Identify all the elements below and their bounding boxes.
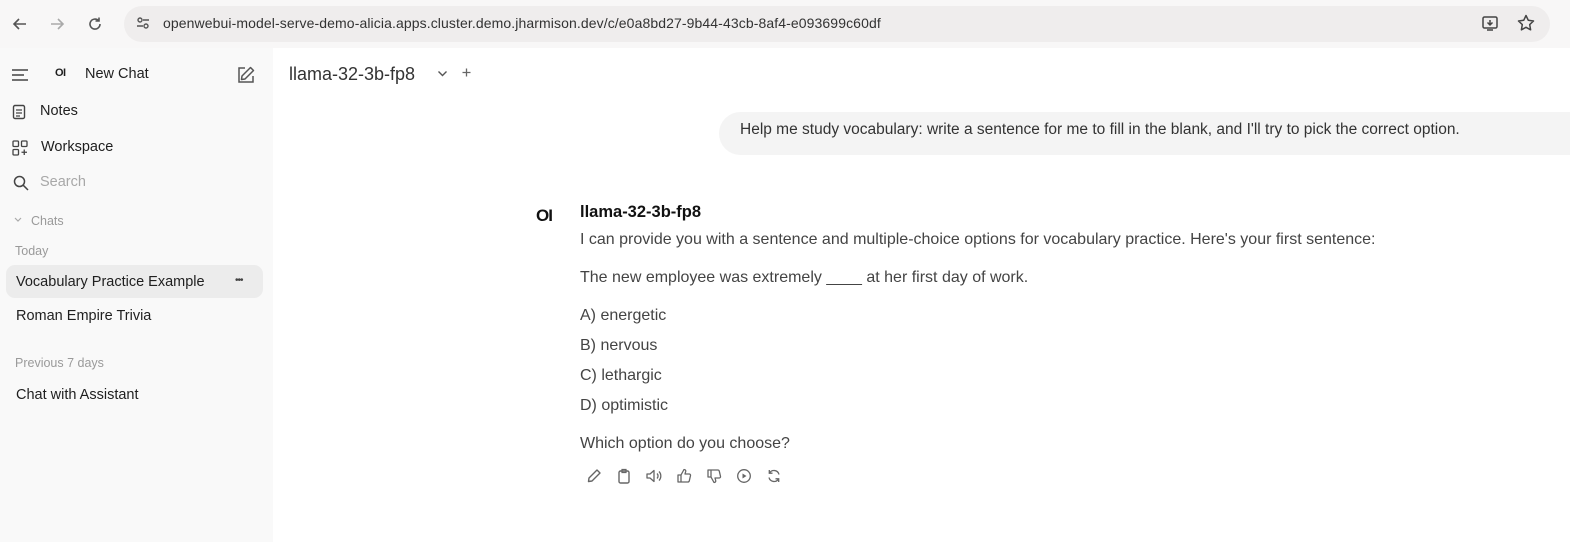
reload-icon[interactable]	[84, 13, 106, 35]
model-selector[interactable]: llama-32-3b-fp8	[289, 64, 415, 85]
user-message-text: Help me study vocabulary: write a senten…	[740, 121, 1460, 138]
assistant-message-line: I can provide you with a sentence and mu…	[580, 231, 1376, 248]
new-chat-label[interactable]: New Chat	[85, 66, 149, 82]
chat-item[interactable]: Chat with Assistant	[16, 387, 139, 403]
search-input[interactable]: Search	[40, 174, 86, 190]
assistant-message-line: Which option do you choose?	[580, 435, 790, 452]
chats-section-header[interactable]: Chats	[31, 214, 64, 228]
install-app-icon[interactable]	[1481, 13, 1501, 33]
openwebui-logo: OI	[55, 67, 66, 79]
bookmark-star-icon[interactable]	[1516, 13, 1536, 33]
edit-pencil-icon[interactable]	[584, 467, 603, 485]
option-item: C) lethargic	[580, 367, 662, 384]
thumbs-down-icon[interactable]	[704, 467, 723, 485]
chat-item[interactable]: Vocabulary Practice Example	[16, 274, 205, 290]
thumbs-up-icon[interactable]	[674, 467, 693, 485]
sidebar-item-workspace[interactable]: Workspace	[41, 139, 113, 155]
chat-group-label: Today	[15, 244, 49, 258]
continue-play-icon[interactable]	[734, 467, 753, 485]
back-arrow-icon[interactable]	[9, 13, 31, 35]
message-actions	[584, 467, 783, 485]
url-text[interactable]: openwebui-model-serve-demo-alicia.apps.c…	[163, 15, 881, 31]
assistant-name: llama-32-3b-fp8	[580, 203, 702, 221]
site-settings-icon[interactable]	[135, 15, 151, 31]
sidebar: OI New Chat Notes Workspace Search Chats…	[0, 48, 273, 542]
chat-group-label: Previous 7 days	[15, 356, 104, 370]
option-item: D) optimistic	[580, 397, 669, 414]
add-model-icon[interactable]	[461, 67, 472, 78]
notes-icon	[12, 104, 26, 120]
assistant-message-line: The new employee was extremely ____ at h…	[580, 269, 1029, 286]
search-icon	[13, 175, 29, 191]
copy-icon[interactable]	[614, 467, 633, 485]
read-aloud-speaker-icon[interactable]	[644, 467, 663, 485]
workspace-icon	[12, 140, 28, 156]
browser-toolbar: openwebui-model-serve-demo-alicia.apps.c…	[0, 0, 1570, 48]
chat-more-icon[interactable]: •••	[235, 275, 243, 286]
option-item: A) energetic	[580, 307, 667, 324]
chevron-down-icon[interactable]	[14, 217, 22, 223]
option-item: B) nervous	[580, 337, 658, 354]
assistant-avatar: OI	[536, 206, 553, 225]
sidebar-item-notes[interactable]: Notes	[40, 103, 78, 119]
chevron-down-icon[interactable]	[437, 70, 448, 78]
regenerate-icon[interactable]	[764, 467, 783, 485]
chat-item[interactable]: Roman Empire Trivia	[16, 308, 151, 324]
forward-arrow-icon[interactable]	[46, 13, 68, 35]
new-chat-edit-icon[interactable]	[236, 65, 256, 85]
sidebar-menu-icon[interactable]	[11, 68, 29, 82]
